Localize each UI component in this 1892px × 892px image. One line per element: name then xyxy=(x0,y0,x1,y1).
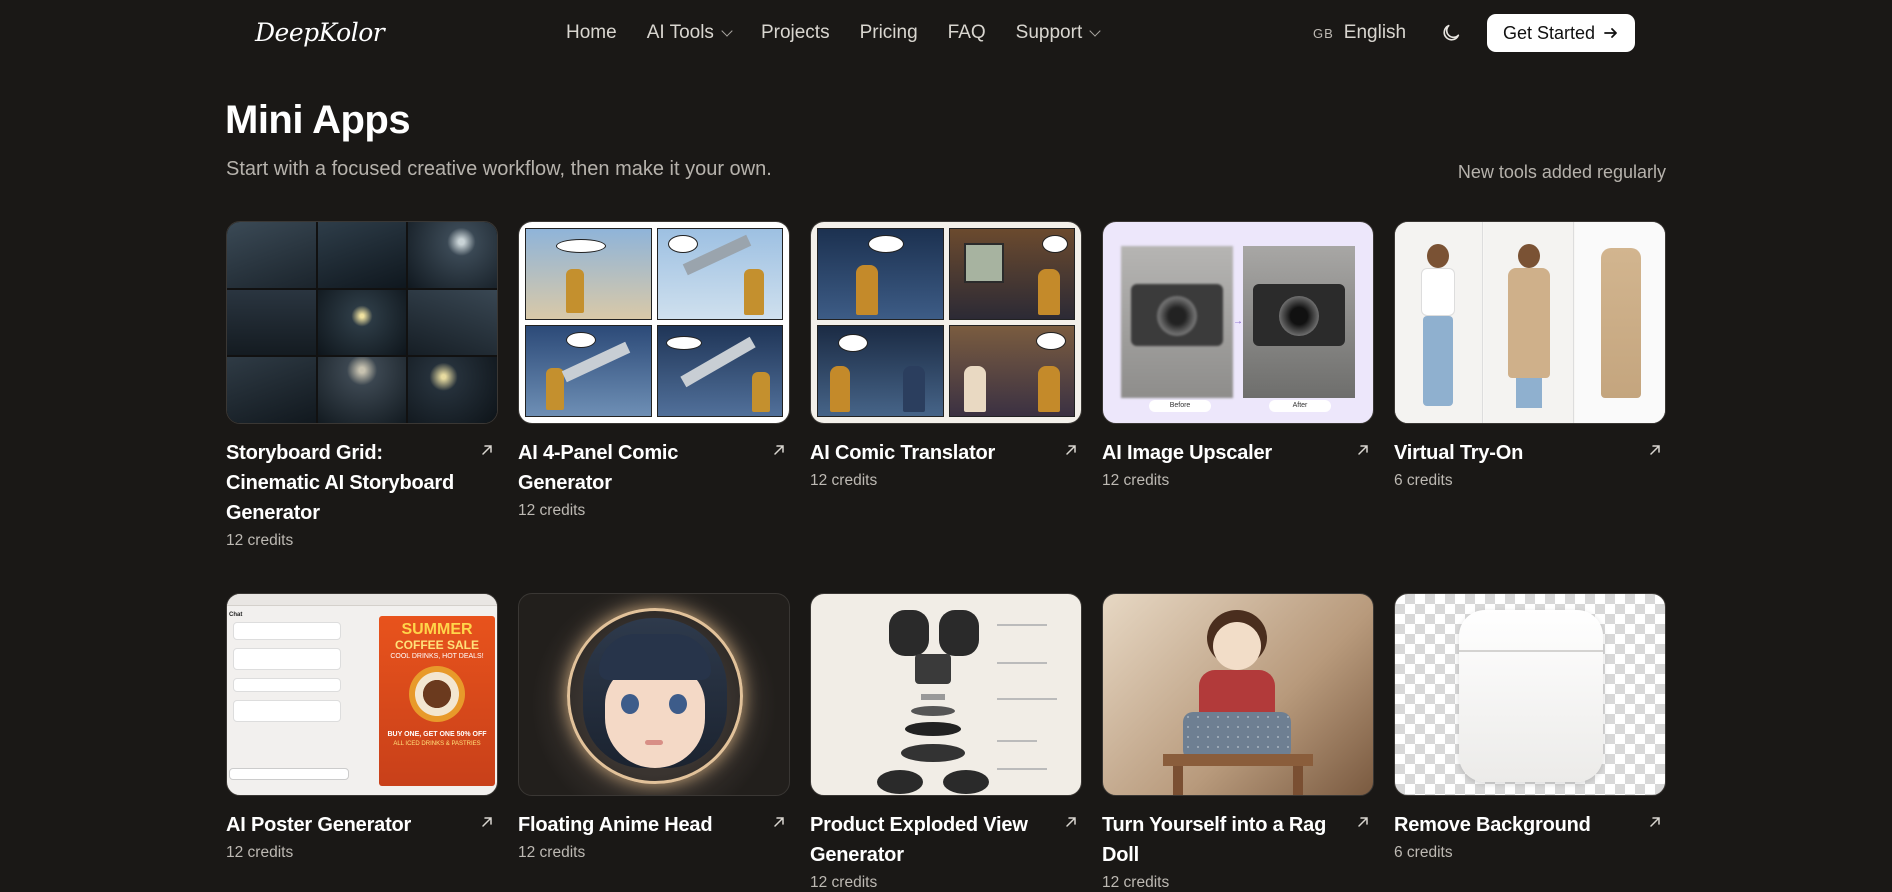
page-title: Mini Apps xyxy=(225,98,411,142)
card-title: Storyboard Grid: Cinematic AI Storyboard… xyxy=(226,442,455,524)
nav-link-home[interactable]: Home xyxy=(566,22,617,44)
chevron-down-icon xyxy=(721,24,733,37)
card-thumbnail xyxy=(518,221,790,424)
external-link-icon xyxy=(1066,817,1076,827)
card-thumbnail xyxy=(518,593,790,796)
card-thumbnail xyxy=(1102,593,1374,796)
nav-link-label: Projects xyxy=(760,22,830,43)
external-link-icon xyxy=(774,445,784,455)
card-credits: 6 credits xyxy=(1394,472,1453,489)
app-card-rag-doll[interactable]: Turn Yourself into a Rag Doll 12 credits xyxy=(1102,593,1374,892)
app-card-comic-translator[interactable]: AI Comic Translator 12 credits xyxy=(810,221,1082,490)
poster-subline: ALL ICED DRINKS & PASTRIES xyxy=(393,741,481,747)
logo[interactable]: DeepKolor xyxy=(255,18,385,47)
get-started-button[interactable]: Get Started xyxy=(1487,14,1635,52)
page-subtitle: Start with a focused creative workflow, … xyxy=(226,158,772,180)
nav-links: Home AI Tools Projects Pricing FAQ Suppo… xyxy=(566,22,1129,44)
theme-toggle-button[interactable] xyxy=(1440,20,1462,46)
before-label: Before xyxy=(1149,400,1211,412)
external-link-icon xyxy=(1650,445,1660,455)
card-thumbnail: → Before After xyxy=(1102,221,1374,424)
card-thumbnail xyxy=(810,593,1082,796)
external-link-icon xyxy=(482,445,492,455)
app-card-product-exploded-view[interactable]: Product Exploded View Generator 12 credi… xyxy=(810,593,1082,892)
arrow-right-icon xyxy=(1604,28,1617,38)
card-thumbnail xyxy=(1394,221,1666,424)
external-link-icon xyxy=(774,817,784,827)
moon-icon xyxy=(1443,24,1460,41)
card-credits: 12 credits xyxy=(226,532,294,549)
nav-link-projects[interactable]: Projects xyxy=(761,22,830,44)
app-card-floating-anime-head[interactable]: Floating Anime Head 12 credits xyxy=(518,593,790,862)
nav-link-label: FAQ xyxy=(947,22,986,43)
app-card-4-panel-comic[interactable]: AI 4-Panel Comic Generator 12 credits xyxy=(518,221,790,520)
card-thumbnail xyxy=(1394,593,1666,796)
poster-line2: COFFEE SALE xyxy=(394,638,479,652)
app-card-image-upscaler[interactable]: → Before After AI Image Upscaler 12 cred… xyxy=(1102,221,1374,490)
get-started-label: Get Started xyxy=(1502,22,1596,43)
new-tools-note: New tools added regularly xyxy=(1457,162,1666,182)
external-link-icon xyxy=(1358,445,1368,455)
card-title: AI 4-Panel Comic Generator xyxy=(518,442,679,494)
language-label: English xyxy=(1343,22,1407,43)
poster-tagline: COOL DRINKS, HOT DEALS! xyxy=(390,653,484,660)
external-link-icon xyxy=(1358,817,1368,827)
nav-link-faq[interactable]: FAQ xyxy=(948,22,986,44)
top-nav: DeepKolor Home AI Tools Projects Pricing… xyxy=(0,0,1892,68)
nav-link-ai-tools[interactable]: AI Tools xyxy=(646,22,733,44)
card-credits: 12 credits xyxy=(226,844,294,861)
language-selector[interactable]: GB English xyxy=(1313,22,1406,44)
external-link-icon xyxy=(1066,445,1076,455)
card-credits: 12 credits xyxy=(1102,472,1170,489)
chevron-down-icon xyxy=(1089,24,1101,37)
card-credits: 12 credits xyxy=(810,472,878,489)
nav-link-label: AI Tools xyxy=(646,22,714,43)
card-title: AI Poster Generator xyxy=(226,814,412,836)
external-link-icon xyxy=(482,817,492,827)
app-card-virtual-try-on[interactable]: Virtual Try-On 6 credits xyxy=(1394,221,1666,490)
card-title: Floating Anime Head xyxy=(518,814,713,836)
card-title: Virtual Try-On xyxy=(1394,442,1524,464)
nav-link-label: Home xyxy=(566,22,617,43)
chat-title: Chat xyxy=(229,612,243,618)
card-thumbnail xyxy=(226,221,498,424)
card-thumbnail xyxy=(810,221,1082,424)
arrow-right-icon: → xyxy=(1233,316,1243,327)
card-credits: 12 credits xyxy=(518,844,586,861)
after-label: After xyxy=(1269,400,1331,412)
card-credits: 12 credits xyxy=(810,874,878,891)
app-card-remove-background[interactable]: Remove Background 6 credits xyxy=(1394,593,1666,862)
card-title: Product Exploded View Generator xyxy=(810,814,1028,866)
nav-link-support[interactable]: Support xyxy=(1015,22,1101,44)
card-title: Remove Background xyxy=(1394,814,1591,836)
nav-link-pricing[interactable]: Pricing xyxy=(860,22,918,44)
nav-link-label: Pricing xyxy=(859,22,918,43)
card-title: AI Comic Translator xyxy=(810,442,996,464)
app-card-storyboard[interactable]: Storyboard Grid: Cinematic AI Storyboard… xyxy=(226,221,498,550)
card-credits: 12 credits xyxy=(1102,874,1170,891)
card-title: AI Image Upscaler xyxy=(1102,442,1273,464)
nav-link-label: Support xyxy=(1015,22,1083,43)
poster-headline: SUMMER xyxy=(401,621,473,638)
card-credits: 6 credits xyxy=(1394,844,1453,861)
card-thumbnail: Chat SUMMER COFFEE SALE COOL DRINKS, HOT… xyxy=(226,593,498,796)
poster-offer: BUY ONE, GET ONE 50% OFF xyxy=(387,731,487,738)
flag-icon: GB xyxy=(1313,25,1334,41)
card-credits: 12 credits xyxy=(518,502,586,519)
external-link-icon xyxy=(1650,817,1660,827)
card-title: Turn Yourself into a Rag Doll xyxy=(1102,814,1327,866)
app-card-poster-generator[interactable]: Chat SUMMER COFFEE SALE COOL DRINKS, HOT… xyxy=(226,593,498,862)
